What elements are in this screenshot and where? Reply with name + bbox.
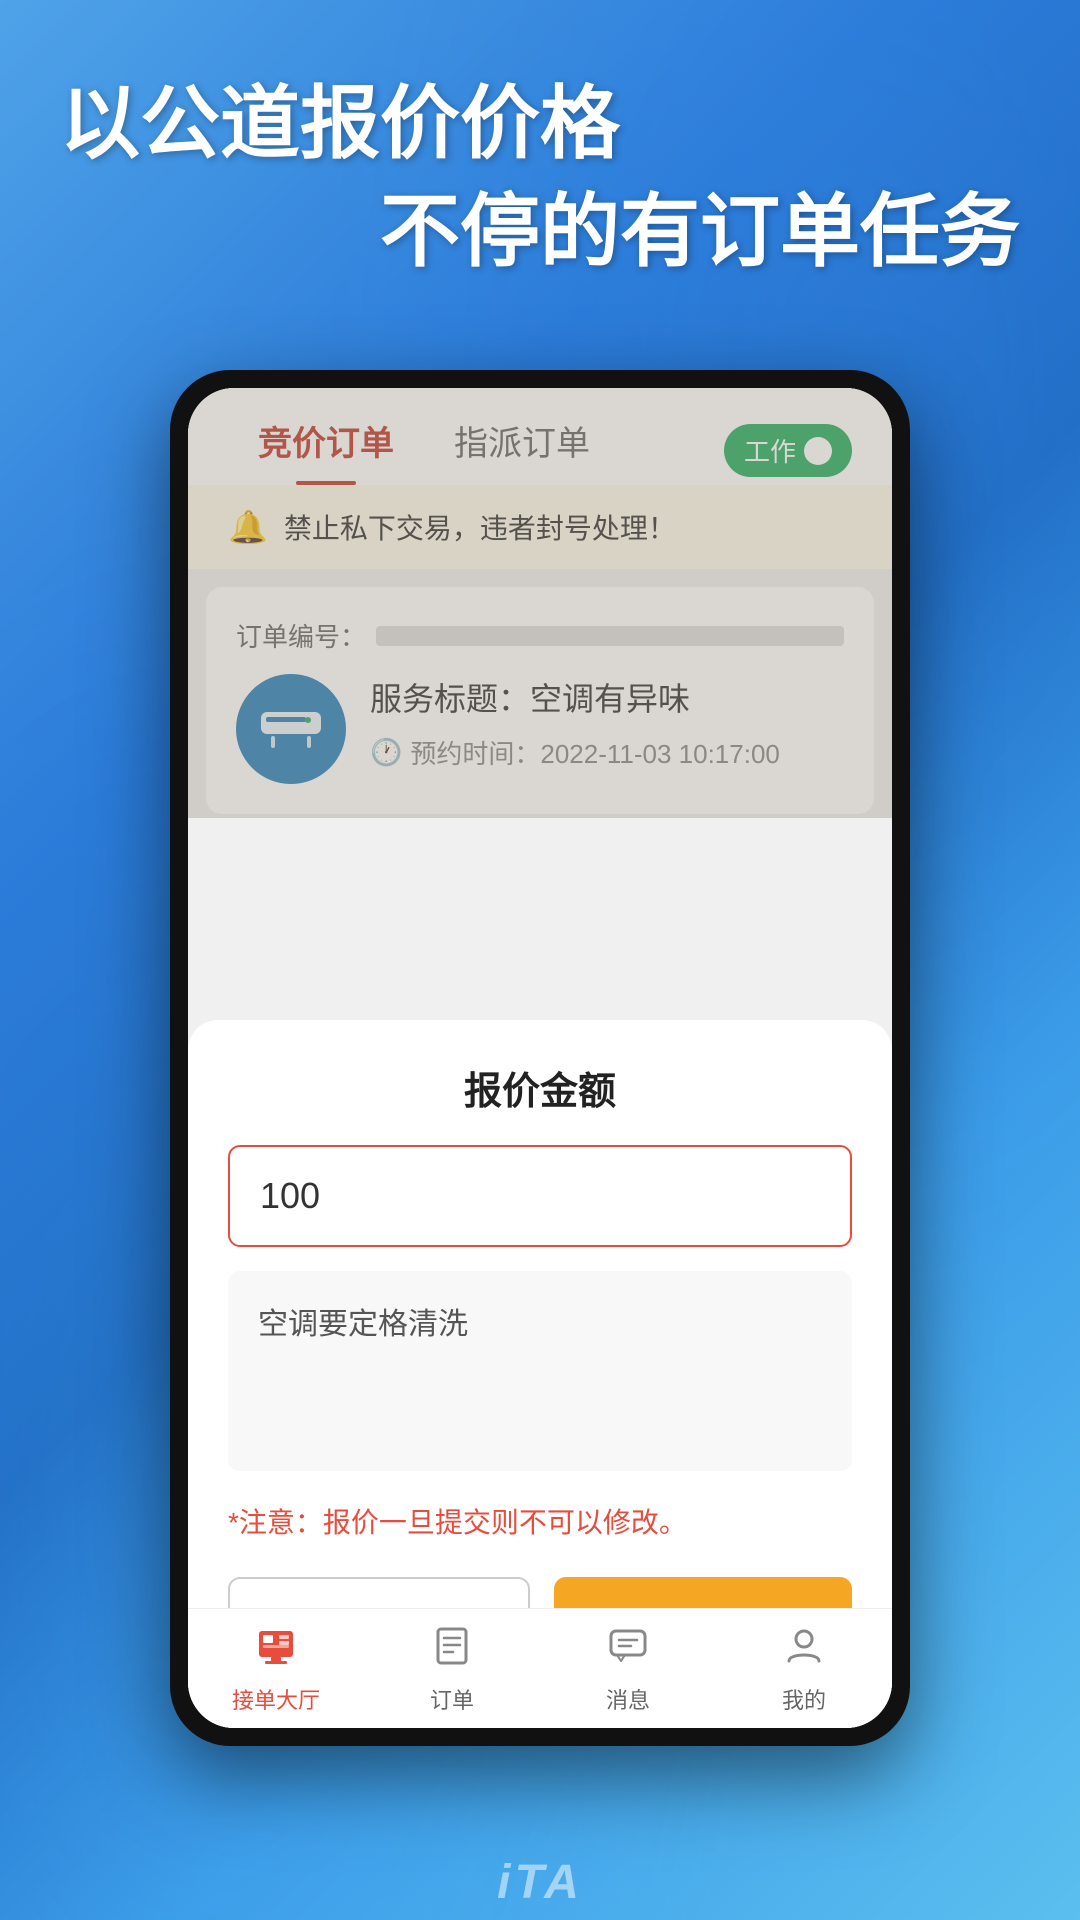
- warning-text: *注意：报价一旦提交则不可以修改。: [228, 1501, 852, 1541]
- orders-label: 订单: [430, 1683, 474, 1715]
- messages-icon: [607, 1625, 649, 1677]
- price-input[interactable]: 100: [260, 1175, 820, 1217]
- screen-content: 竞价订单 指派订单 工作 🔔 禁止私下交易，违者封号处理！: [188, 388, 892, 1728]
- nav-orders[interactable]: 订单: [364, 1625, 540, 1718]
- hero-line2: 不停的有订单任务: [60, 188, 1020, 276]
- lobby-label: 接单大厅: [232, 1683, 320, 1715]
- hero-line1: 以公道报价价格: [60, 80, 1020, 168]
- profile-icon: [783, 1625, 825, 1677]
- hero-section: 以公道报价价格 不停的有订单任务: [0, 0, 1080, 316]
- lobby-icon: [255, 1625, 297, 1677]
- modal-title: 报价金额: [228, 1060, 852, 1115]
- phone-frame: 竞价订单 指派订单 工作 🔔 禁止私下交易，违者封号处理！: [170, 370, 910, 1746]
- orders-icon: [431, 1625, 473, 1677]
- note-textarea[interactable]: 空调要定格清洗: [228, 1271, 852, 1471]
- price-input-wrapper[interactable]: 100: [228, 1145, 852, 1247]
- nav-lobby[interactable]: 接单大厅: [188, 1625, 364, 1718]
- messages-label: 消息: [606, 1683, 650, 1715]
- screen-dimmer: [188, 388, 892, 818]
- bottom-nav: 接单大厅 订单: [188, 1608, 892, 1728]
- nav-messages[interactable]: 消息: [540, 1625, 716, 1718]
- watermark: iTA: [497, 1855, 583, 1920]
- content-wrapper: 以公道报价价格 不停的有订单任务 竞价订单 指派订单 工作: [0, 0, 1080, 1920]
- profile-label: 我的: [782, 1683, 826, 1715]
- phone-mockup: 竞价订单 指派订单 工作 🔔 禁止私下交易，违者封号处理！: [170, 370, 910, 1746]
- nav-profile[interactable]: 我的: [716, 1625, 892, 1718]
- phone-screen: 竞价订单 指派订单 工作 🔔 禁止私下交易，违者封号处理！: [188, 388, 892, 1728]
